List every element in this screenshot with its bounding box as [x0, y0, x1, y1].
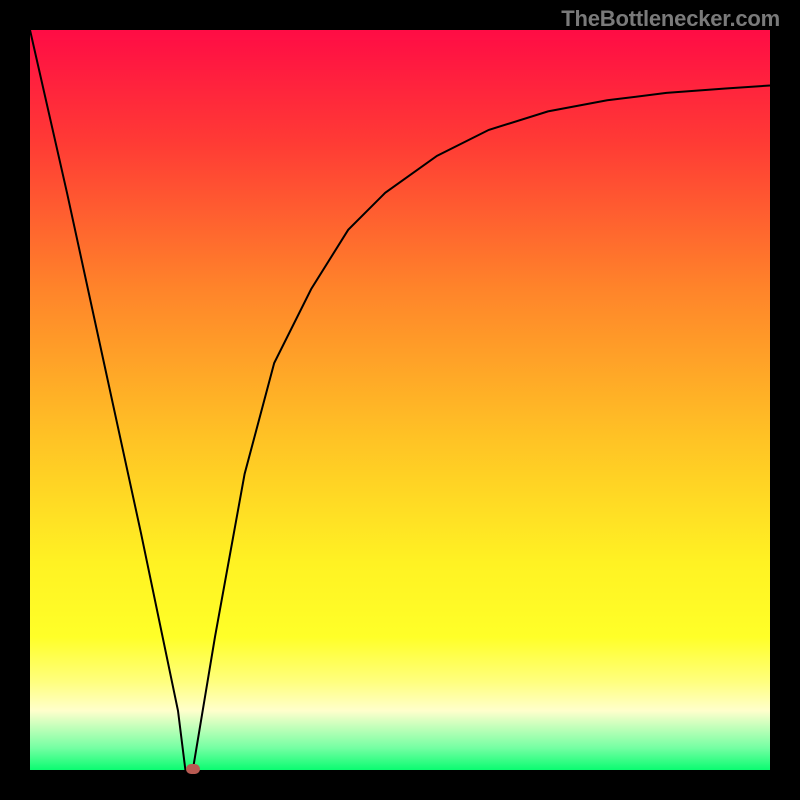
bottleneck-chart	[30, 30, 770, 770]
attribution-label: TheBottlenecker.com	[561, 6, 780, 32]
chart-frame: TheBottlenecker.com	[0, 0, 800, 800]
optimal-point-marker	[186, 764, 200, 774]
plot-background	[30, 30, 770, 770]
